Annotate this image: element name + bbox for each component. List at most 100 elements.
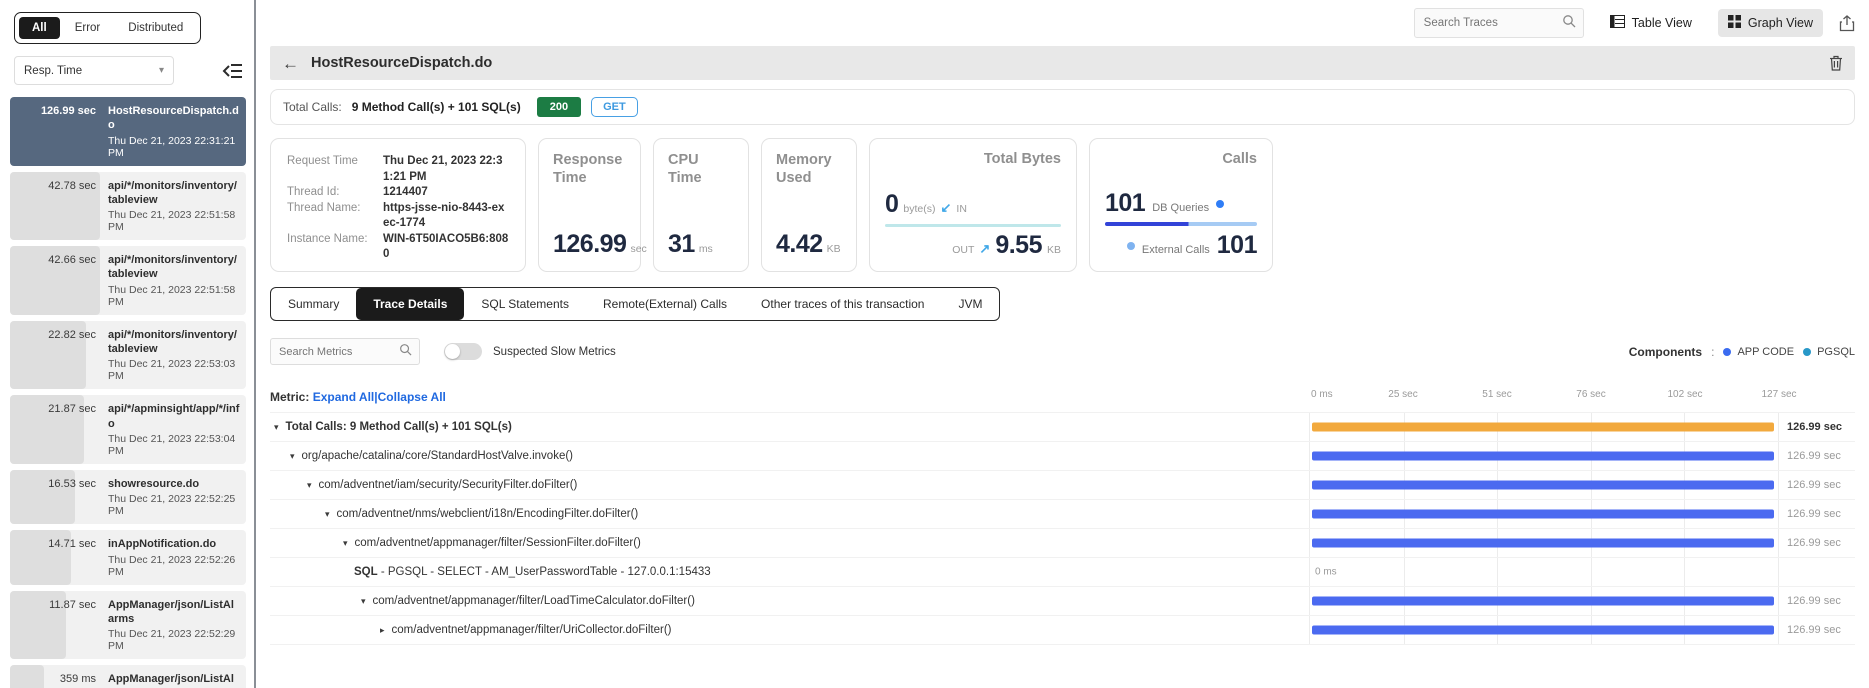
- trace-info: api/*/monitors/inventory/tableview Thu De…: [96, 253, 240, 308]
- expand-all-link[interactable]: Expand All: [313, 390, 375, 404]
- sort-by-select[interactable]: Resp. Time ▾: [14, 56, 174, 85]
- trace-date: Thu Dec 21, 2023 22:52:26 PM: [108, 553, 236, 578]
- trace-time: 42.78 sec: [48, 179, 96, 192]
- http-method-badge: GET: [591, 97, 638, 117]
- trace-info: HostResourceDispatch.do Thu Dec 21, 2023 …: [96, 104, 240, 159]
- duration-value: 126.99 sec: [1787, 624, 1841, 636]
- trace-header-bar: ← HostResourceDispatch.do: [270, 46, 1855, 80]
- total-bytes-card: Total Bytes 0 byte(s) ↙ IN OUT ↗ 9.55 KB: [869, 138, 1077, 272]
- tree-row-label: com/adventnet/nms/webclient/i18n/Encodin…: [336, 508, 639, 520]
- request-info-value: https-jsse-nio-8443-exec-1774: [383, 201, 505, 230]
- caret-down-icon[interactable]: ▾: [274, 422, 279, 433]
- trace-tree-row[interactable]: ▾ Total Calls: 9 Method Call(s) + 101 SQL…: [270, 413, 1855, 442]
- filter-tab-all[interactable]: All: [19, 17, 60, 39]
- metric-label: Metric:: [270, 390, 310, 404]
- total-bytes-title: Total Bytes: [983, 151, 1061, 167]
- timeline-tick: 102 sec: [1667, 389, 1703, 400]
- trace-date: Thu Dec 21, 2023 22:52:25 PM: [108, 493, 236, 518]
- search-traces-box: [1413, 8, 1584, 38]
- caret-down-icon[interactable]: ▾: [361, 596, 366, 607]
- tab-other-traces-of-this-transaction[interactable]: Other traces of this transaction: [744, 288, 941, 320]
- status-code-badge: 200: [536, 97, 582, 117]
- tree-row-label-cell: ▾ org/apache/catalina/core/StandardHostVa…: [270, 450, 1309, 462]
- tab-trace-details[interactable]: Trace Details: [356, 288, 465, 320]
- filter-tab-error[interactable]: Error: [62, 17, 114, 39]
- trash-icon[interactable]: [1829, 55, 1843, 71]
- trace-date: Thu Dec 21, 2023 22:51:58 PM: [108, 283, 236, 308]
- trace-list-item[interactable]: 42.66 sec api/*/monitors/inventory/tablev…: [10, 246, 246, 315]
- graph-view-button[interactable]: Graph View: [1717, 9, 1823, 37]
- bytes-out-unit: KB: [1046, 244, 1061, 256]
- duration-bar: [1312, 538, 1774, 548]
- caret-down-icon[interactable]: ▾: [343, 538, 348, 549]
- search-icon: [399, 343, 412, 361]
- caret-down-icon[interactable]: ▾: [325, 509, 330, 520]
- tree-row-label-cell: ▾ Total Calls: 9 Method Call(s) + 101 SQL…: [270, 421, 1309, 433]
- trace-name: HostResourceDispatch.do: [108, 105, 239, 132]
- caret-right-icon[interactable]: ▸: [380, 625, 385, 636]
- trace-list-item[interactable]: 359 msAppManager/json/ListAlarmsThu Dec …: [10, 665, 246, 688]
- tab-jvm[interactable]: JVM: [941, 288, 999, 320]
- share-icon[interactable]: [1839, 14, 1855, 32]
- trace-list-item[interactable]: 22.82 sec api/*/monitors/inventory/tablev…: [10, 320, 246, 390]
- trace-tree-row[interactable]: ▾ com/adventnet/nms/webclient/i18n/Encodi…: [270, 500, 1855, 529]
- trace-tree-row[interactable]: ▾ com/adventnet/appmanager/filter/LoadTim…: [270, 587, 1855, 616]
- suspected-slow-metrics-toggle[interactable]: [444, 343, 482, 360]
- trace-list-item[interactable]: 14.71 sec inAppNotification.do Thu Dec 21,…: [10, 530, 246, 585]
- trace-tree-row[interactable]: ▾ com/adventnet/appmanager/filter/Session…: [270, 529, 1855, 558]
- search-traces-input[interactable]: [1414, 17, 1562, 29]
- bytes-in-label: IN: [956, 203, 967, 215]
- caret-down-icon[interactable]: ▾: [290, 451, 295, 462]
- trace-tree-row[interactable]: ▾ com/adventnet/iam/security/SecurityFilt…: [270, 471, 1855, 500]
- tab-summary[interactable]: Summary: [271, 288, 356, 320]
- page-title: HostResourceDispatch.do: [311, 55, 493, 71]
- external-calls-value: 101: [1216, 231, 1258, 259]
- trace-list-item[interactable]: 42.78 sec api/*/monitors/inventory/tablev…: [10, 171, 246, 241]
- search-metrics-input[interactable]: [271, 345, 399, 358]
- duration-bar: [1312, 625, 1774, 635]
- timeline-tick: 0 ms: [1311, 389, 1333, 400]
- trace-list-item[interactable]: 11.87 sec AppManager/json/ListAlarms Thu D…: [10, 590, 246, 660]
- duration-text: 0 ms: [1315, 566, 1337, 578]
- db-queries-dot-icon: [1216, 199, 1225, 208]
- trace-detail-panel: Table View Graph View ← HostResourceDisp…: [256, 0, 1869, 688]
- table-view-button[interactable]: Table View: [1600, 9, 1702, 37]
- collapse-panel-icon[interactable]: [222, 61, 244, 81]
- tree-row-label: com/adventnet/appmanager/filter/UriColle…: [391, 624, 672, 636]
- trace-list-item[interactable]: 126.99 sec HostResourceDispatch.do Thu Dec…: [10, 97, 246, 166]
- trace-info: inAppNotification.do Thu Dec 21, 2023 22:…: [96, 537, 240, 577]
- response-time-unit: sec: [630, 243, 647, 255]
- back-arrow-icon[interactable]: ←: [282, 55, 299, 72]
- memory-used-card: Memory Used 4.42 KB: [761, 138, 857, 272]
- filter-tab-distributed[interactable]: Distributed: [115, 17, 196, 39]
- trace-sidebar: All Error Distributed Resp. Time ▾ 126.99 …: [0, 0, 254, 688]
- table-view-label: Table View: [1631, 16, 1692, 30]
- metric-controls-row: Metric: Expand All|Collapse All 0 ms 25 s…: [270, 389, 1855, 404]
- trace-info: showresource.do Thu Dec 21, 2023 22:52:25…: [96, 477, 240, 517]
- response-time-card: Response Time 126.99 sec: [538, 138, 647, 272]
- caret-down-icon[interactable]: ▾: [307, 480, 312, 491]
- trace-tree-row[interactable]: SQL - PGSQL - SELECT - AM_UserPasswordTa…: [270, 558, 1855, 587]
- tab-sql-statements[interactable]: SQL Statements: [464, 288, 586, 320]
- trace-tree-row[interactable]: ▸ com/adventnet/appmanager/filter/UriColl…: [270, 616, 1855, 645]
- trace-list-item[interactable]: 21.87 sec api/*/apminsight/app/*/info Thu …: [10, 395, 246, 464]
- trace-tree-row[interactable]: ▾ org/apache/catalina/core/StandardHostVa…: [270, 442, 1855, 471]
- trace-info: api/*/monitors/inventory/tableview Thu De…: [96, 328, 240, 383]
- graph-view-icon: [1727, 15, 1741, 31]
- cpu-time-title: CPU Time: [668, 152, 702, 187]
- request-info-row: Thread Name: https-jsse-nio-8443-exec-177…: [287, 201, 509, 232]
- sql-prefix: SQL: [354, 566, 378, 578]
- collapse-all-link[interactable]: Collapse All: [378, 390, 446, 404]
- cpu-time-value: 31: [668, 230, 695, 258]
- legend-name: APP CODE: [1737, 345, 1795, 358]
- cpu-time-unit: ms: [698, 243, 713, 255]
- tab-remote-external-calls[interactable]: Remote(External) Calls: [586, 288, 744, 320]
- trace-info: api/*/apminsight/app/*/info Thu Dec 21, 2…: [96, 402, 240, 457]
- request-info-value: Thu Dec 21, 2023 22:31:21 PM: [383, 155, 503, 183]
- trace-date: Thu Dec 21, 2023 22:31:21 PM: [108, 134, 236, 159]
- trace-list-item[interactable]: 16.53 sec showresource.do Thu Dec 21, 2023…: [10, 469, 246, 525]
- tree-row-label-cell: ▾ com/adventnet/appmanager/filter/Session…: [270, 537, 1309, 549]
- duration-bar: [1312, 451, 1774, 461]
- table-view-icon: [1609, 15, 1625, 31]
- external-calls-label: External Calls: [1141, 244, 1210, 256]
